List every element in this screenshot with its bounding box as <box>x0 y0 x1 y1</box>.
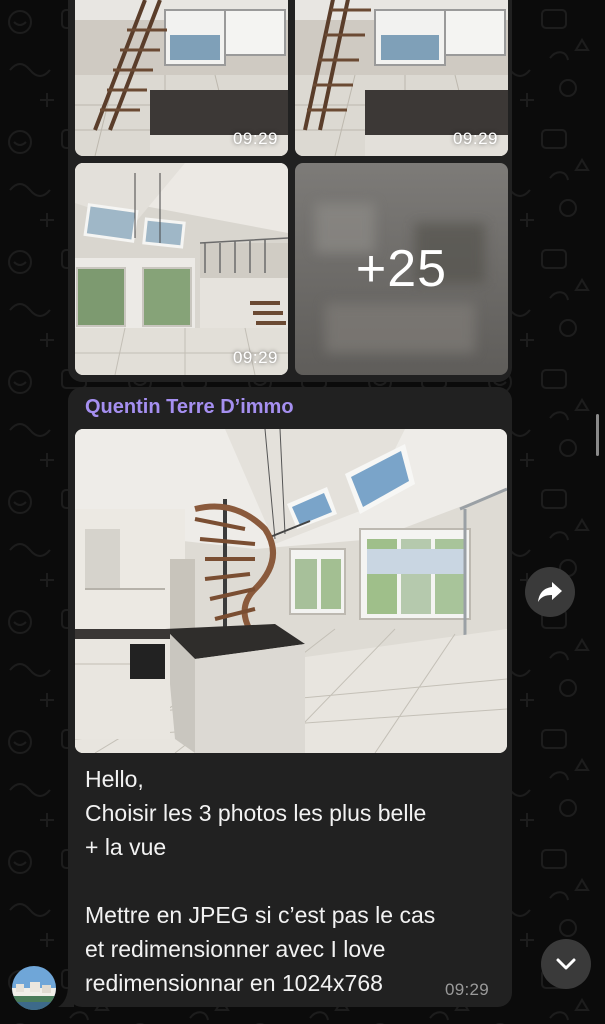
avatar-image <box>12 966 56 1010</box>
bubble-tail <box>58 985 74 1007</box>
message-line: Hello, <box>85 766 144 792</box>
more-photos-count: +25 <box>355 240 448 298</box>
message-line: Mettre en JPEG si c’est pas le cas <box>85 902 436 928</box>
message-line: redimensionnar en 1024x768 <box>85 970 383 996</box>
photo-living-room <box>75 163 288 375</box>
share-button[interactable] <box>525 567 575 617</box>
share-arrow-icon <box>538 582 562 602</box>
photo-time: 09:29 <box>452 129 498 148</box>
sender-name[interactable]: Quentin Terre D’immo <box>85 396 294 419</box>
chevron-down-icon <box>556 958 576 970</box>
message-line: + la vue <box>85 834 167 860</box>
message-photo[interactable] <box>75 429 507 753</box>
message-line: Choisir les 3 photos les plus belle <box>85 800 427 826</box>
scroll-indicator[interactable] <box>596 414 599 456</box>
photo-time: 09:29 <box>232 348 278 367</box>
message-text: Hello, Choisir les 3 photos les plus bel… <box>85 762 495 1000</box>
photo-time: 09:29 <box>232 129 278 148</box>
message-line: et redimensionner avec I love <box>85 936 386 962</box>
photo-tile[interactable]: 09:29 <box>75 0 288 156</box>
message-time: 09:29 <box>445 980 490 999</box>
message-line-blank <box>85 864 495 898</box>
more-photos-tile[interactable]: +25 <box>295 163 508 375</box>
photo-tile[interactable]: 09:29 <box>75 163 288 375</box>
avatar[interactable] <box>12 966 56 1010</box>
photo-tile[interactable]: 09:29 <box>295 0 508 156</box>
photo-open-plan-room <box>75 429 507 753</box>
scroll-down-button[interactable] <box>541 939 591 989</box>
